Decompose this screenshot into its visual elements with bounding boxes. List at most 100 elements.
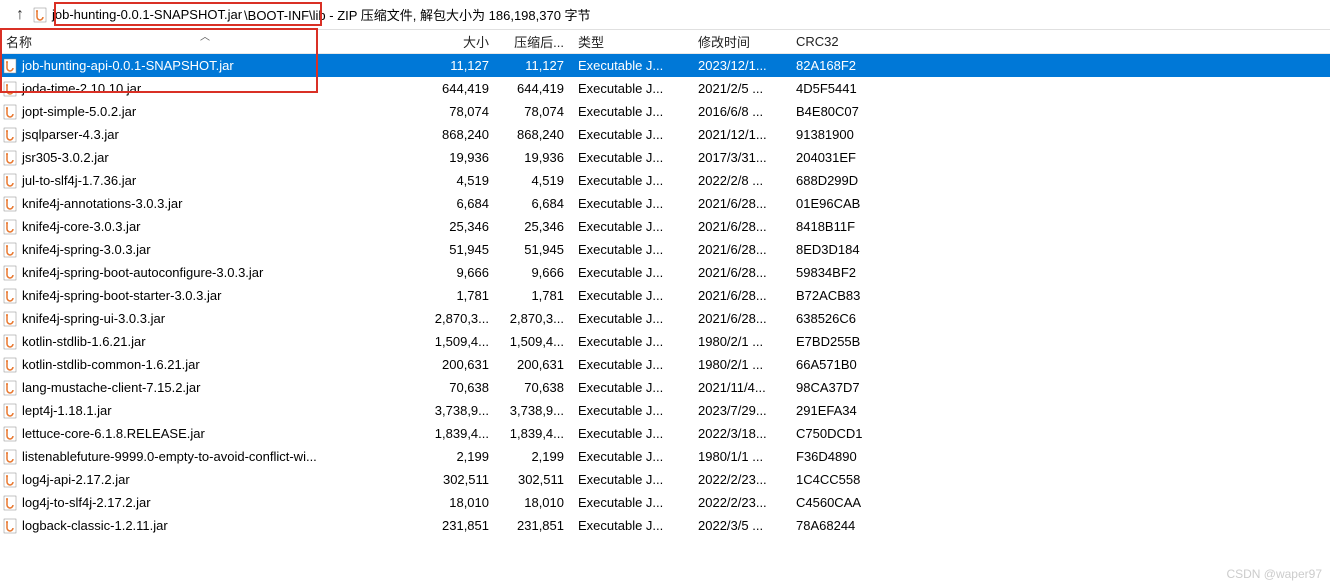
cell-name: listenablefuture-9999.0-empty-to-avoid-c… [0,449,420,465]
cell-crc: C750DCD1 [790,426,890,441]
cell-date: 2021/11/4... [690,380,790,395]
table-row[interactable]: lept4j-1.18.1.jar3,738,9...3,738,9...Exe… [0,399,1330,422]
table-row[interactable]: knife4j-spring-boot-starter-3.0.3.jar1,7… [0,284,1330,307]
cell-compressed: 1,839,4... [495,426,570,441]
file-name: kotlin-stdlib-1.6.21.jar [22,334,146,349]
cell-size: 1,839,4... [420,426,495,441]
file-name: knife4j-spring-ui-3.0.3.jar [22,311,165,326]
path-suffix: \BOOT-INF\lib - ZIP 压缩文件, 解包大小为 186,198,… [244,5,591,24]
table-row[interactable]: lang-mustache-client-7.15.2.jar70,63870,… [0,376,1330,399]
cell-name: jsr305-3.0.2.jar [0,150,420,166]
cell-compressed: 18,010 [495,495,570,510]
cell-date: 2022/3/5 ... [690,518,790,533]
jar-file-icon [2,173,18,189]
table-row[interactable]: jopt-simple-5.0.2.jar78,07478,074Executa… [0,100,1330,123]
file-list[interactable]: job-hunting-api-0.0.1-SNAPSHOT.jar11,127… [0,54,1330,537]
file-name: jsqlparser-4.3.jar [22,127,119,142]
cell-type: Executable J... [570,196,690,211]
table-row[interactable]: jsr305-3.0.2.jar19,93619,936Executable J… [0,146,1330,169]
column-header-size[interactable]: 大小 [420,30,495,53]
column-header-crc[interactable]: CRC32 [790,32,890,51]
cell-name: lang-mustache-client-7.15.2.jar [0,380,420,396]
cell-compressed: 1,509,4... [495,334,570,349]
up-button[interactable]: ↑ [8,6,32,24]
cell-crc: 66A571B0 [790,357,890,372]
path-highlighted: job-hunting-0.0.1-SNAPSHOT.jar [52,7,242,22]
table-row[interactable]: joda-time-2.10.10.jar644,419644,419Execu… [0,77,1330,100]
cell-size: 4,519 [420,173,495,188]
jar-file-icon [2,449,18,465]
cell-size: 868,240 [420,127,495,142]
jar-file-icon [2,426,18,442]
table-row[interactable]: logback-classic-1.2.11.jar231,851231,851… [0,514,1330,537]
cell-name: knife4j-spring-boot-autoconfigure-3.0.3.… [0,265,420,281]
cell-crc: 1C4CC558 [790,472,890,487]
cell-compressed: 302,511 [495,472,570,487]
cell-size: 78,074 [420,104,495,119]
cell-name: kotlin-stdlib-common-1.6.21.jar [0,357,420,373]
table-row[interactable]: kotlin-stdlib-common-1.6.21.jar200,63120… [0,353,1330,376]
cell-name: lettuce-core-6.1.8.RELEASE.jar [0,426,420,442]
cell-date: 2016/6/8 ... [690,104,790,119]
cell-size: 9,666 [420,265,495,280]
table-row[interactable]: lettuce-core-6.1.8.RELEASE.jar 1,839,4...… [0,422,1330,445]
table-row[interactable]: job-hunting-api-0.0.1-SNAPSHOT.jar11,127… [0,54,1330,77]
jar-file-icon [2,265,18,281]
cell-compressed: 2,870,3... [495,311,570,326]
table-row[interactable]: jul-to-slf4j-1.7.36.jar4,5194,519Executa… [0,169,1330,192]
column-header-type[interactable]: 类型 [570,30,690,53]
cell-type: Executable J... [570,242,690,257]
cell-compressed: 4,519 [495,173,570,188]
cell-crc: 8418B11F [790,219,890,234]
jar-file-icon [2,242,18,258]
column-header-name[interactable]: 名称 ︿ [0,30,420,53]
cell-name: knife4j-spring-3.0.3.jar [0,242,420,258]
table-row[interactable]: log4j-to-slf4j-2.17.2.jar18,01018,010Exe… [0,491,1330,514]
sort-indicator-icon: ︿ [200,28,210,43]
cell-type: Executable J... [570,311,690,326]
table-row[interactable]: log4j-api-2.17.2.jar302,511302,511Execut… [0,468,1330,491]
cell-type: Executable J... [570,472,690,487]
cell-crc: B72ACB83 [790,288,890,303]
jar-file-icon [2,357,18,373]
table-row[interactable]: knife4j-core-3.0.3.jar25,34625,346Execut… [0,215,1330,238]
file-name: lettuce-core-6.1.8.RELEASE.jar [22,426,205,441]
jar-file-icon [2,472,18,488]
cell-compressed: 6,684 [495,196,570,211]
cell-crc: 01E96CAB [790,196,890,211]
table-row[interactable]: knife4j-annotations-3.0.3.jar6,6846,684E… [0,192,1330,215]
cell-date: 2021/6/28... [690,242,790,257]
column-header-row: 名称 ︿ 大小 压缩后... 类型 修改时间 CRC32 [0,30,1330,54]
cell-date: 2022/2/23... [690,495,790,510]
cell-name: log4j-to-slf4j-2.17.2.jar [0,495,420,511]
cell-size: 70,638 [420,380,495,395]
file-name: jsr305-3.0.2.jar [22,150,109,165]
cell-compressed: 3,738,9... [495,403,570,418]
jar-file-icon [2,127,18,143]
cell-date: 1980/1/1 ... [690,449,790,464]
cell-crc: F36D4890 [790,449,890,464]
cell-type: Executable J... [570,518,690,533]
cell-compressed: 70,638 [495,380,570,395]
cell-compressed: 25,346 [495,219,570,234]
jar-file-icon [2,334,18,350]
jar-file-icon [2,495,18,511]
cell-type: Executable J... [570,219,690,234]
table-row[interactable]: jsqlparser-4.3.jar868,240868,240Executab… [0,123,1330,146]
cell-size: 1,781 [420,288,495,303]
jar-file-icon [2,58,18,74]
table-row[interactable]: knife4j-spring-boot-autoconfigure-3.0.3.… [0,261,1330,284]
table-row[interactable]: kotlin-stdlib-1.6.21.jar 1,509,4...1,509,… [0,330,1330,353]
file-name: listenablefuture-9999.0-empty-to-avoid-c… [22,449,317,464]
cell-name: kotlin-stdlib-1.6.21.jar [0,334,420,350]
cell-size: 1,509,4... [420,334,495,349]
jar-file-icon [2,219,18,235]
cell-date: 2023/12/1... [690,58,790,73]
column-header-modified[interactable]: 修改时间 [690,30,790,53]
cell-crc: 291EFA34 [790,403,890,418]
table-row[interactable]: knife4j-spring-ui-3.0.3.jar2,870,3...2,8… [0,307,1330,330]
table-row[interactable]: knife4j-spring-3.0.3.jar51,94551,945Exec… [0,238,1330,261]
table-row[interactable]: listenablefuture-9999.0-empty-to-avoid-c… [0,445,1330,468]
column-header-compressed[interactable]: 压缩后... [495,30,570,53]
toolbar: ↑ job-hunting-0.0.1-SNAPSHOT.jar \BOOT-I… [0,0,1330,30]
